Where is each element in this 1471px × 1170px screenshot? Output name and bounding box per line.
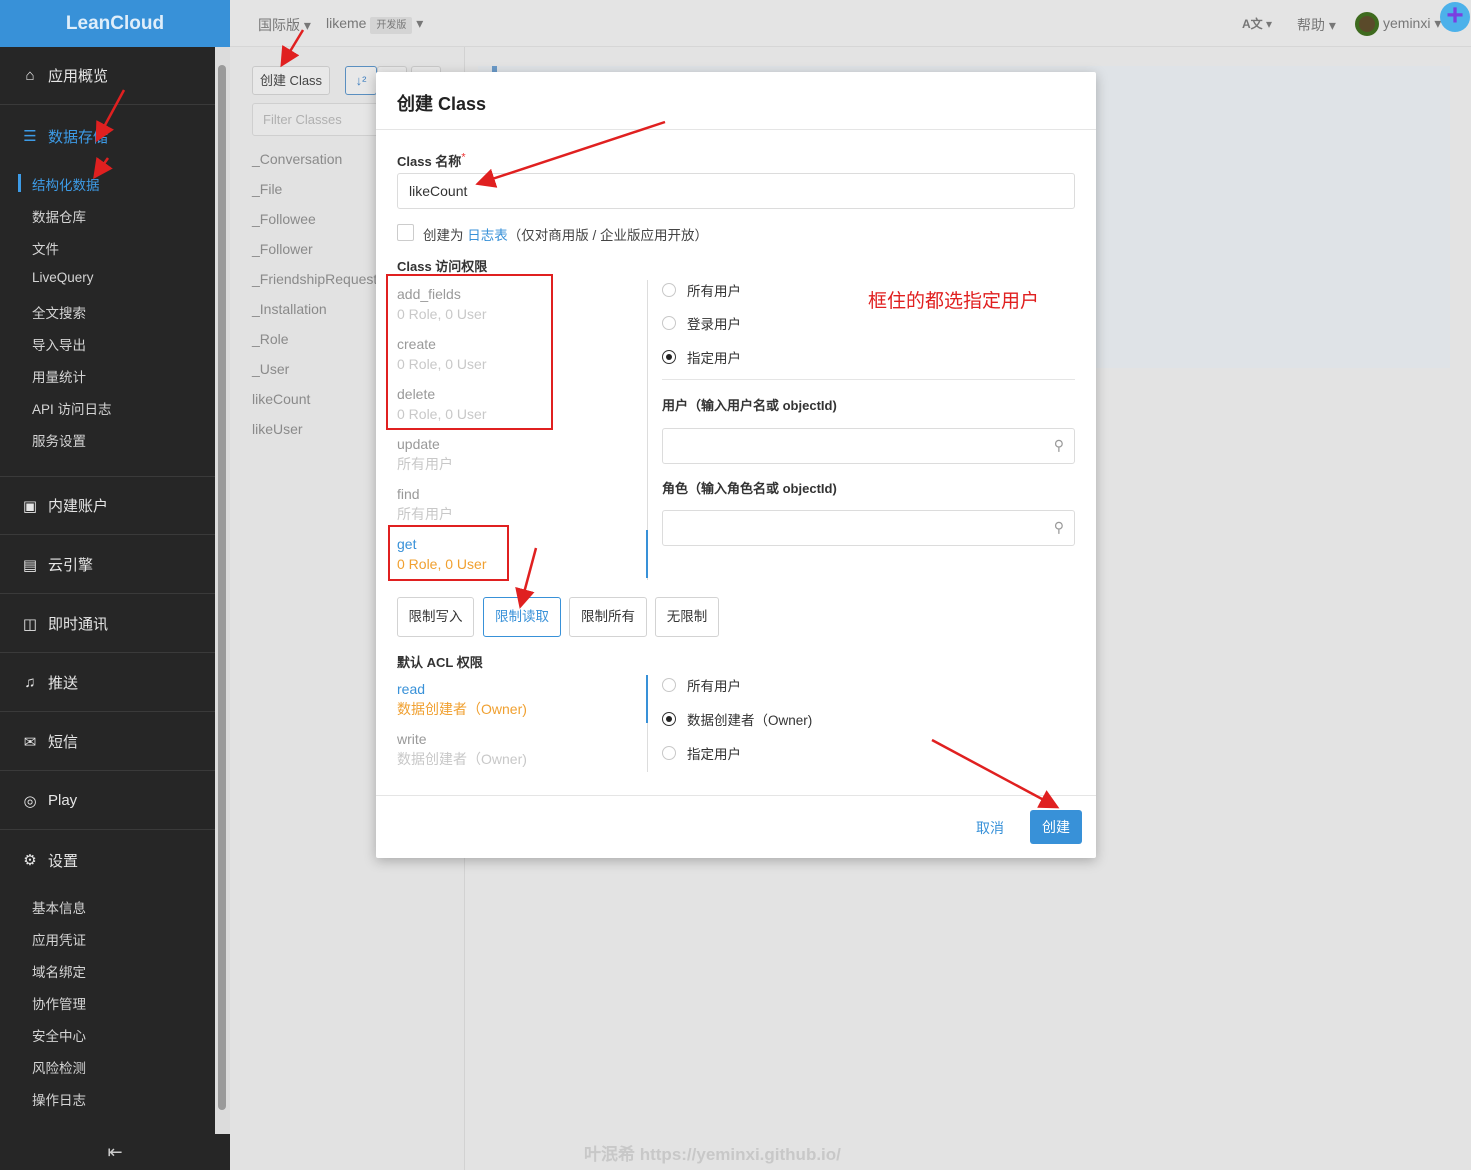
- annotation-arrows: [93, 29, 1060, 809]
- arrow: [475, 120, 666, 188]
- watermark: 叶泯希 https://yeminxi.github.io/: [584, 1145, 841, 1164]
- arrow: [280, 29, 305, 68]
- arrow: [93, 156, 113, 180]
- arrow: [931, 738, 1060, 809]
- arrow: [95, 89, 126, 143]
- arrow: [515, 547, 538, 609]
